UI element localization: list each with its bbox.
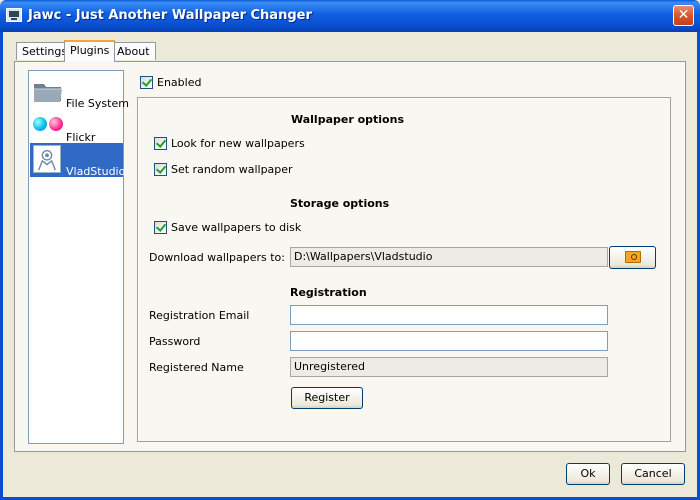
ok-button[interactable]: Ok bbox=[566, 463, 610, 485]
save-to-disk-checkbox[interactable] bbox=[154, 221, 167, 234]
vladstudio-icon bbox=[33, 145, 61, 173]
registration-email-input[interactable] bbox=[290, 305, 608, 325]
registration-email-label: Registration Email bbox=[149, 309, 250, 322]
plugin-list[interactable]: File System Flickr VladStudio bbox=[28, 70, 129, 444]
password-label: Password bbox=[149, 335, 201, 348]
enabled-checkbox[interactable] bbox=[140, 76, 153, 89]
browse-button[interactable] bbox=[609, 246, 656, 269]
plugin-item-file-system[interactable]: File System bbox=[30, 75, 129, 110]
plugin-label: VladStudio bbox=[66, 165, 126, 178]
look-for-new-checkbox[interactable] bbox=[154, 137, 167, 150]
plugin-item-flickr[interactable]: Flickr bbox=[30, 109, 123, 144]
enabled-label: Enabled bbox=[157, 76, 202, 89]
registration-title: Registration bbox=[290, 286, 367, 299]
monitor-icon bbox=[6, 8, 22, 22]
save-to-disk-label: Save wallpapers to disk bbox=[171, 221, 302, 234]
title-bar[interactable]: Jawc - Just Another Wallpaper Changer ✕ bbox=[0, 0, 700, 32]
storage-options-title: Storage options bbox=[290, 197, 390, 210]
registered-name-field: Unregistered bbox=[290, 357, 608, 377]
plugin-item-vladstudio[interactable]: VladStudio bbox=[30, 143, 126, 178]
browse-folder-icon bbox=[625, 251, 641, 263]
window-title: Jawc - Just Another Wallpaper Changer bbox=[28, 8, 312, 23]
random-wallpaper-label: Set random wallpaper bbox=[171, 163, 293, 176]
tab-plugins[interactable]: Plugins bbox=[64, 40, 116, 62]
wallpaper-options-title: Wallpaper options bbox=[291, 113, 404, 126]
cancel-button[interactable]: Cancel bbox=[621, 463, 685, 485]
folder-icon bbox=[34, 84, 62, 102]
flickr-icon bbox=[33, 117, 65, 131]
register-button[interactable]: Register bbox=[291, 387, 363, 409]
download-path-label: Download wallpapers to: bbox=[149, 251, 285, 264]
look-for-new-label: Look for new wallpapers bbox=[171, 137, 305, 150]
close-button[interactable]: ✕ bbox=[673, 5, 694, 26]
tab-about[interactable]: About bbox=[111, 42, 156, 60]
download-path-field[interactable]: D:\Wallpapers\Vladstudio bbox=[290, 247, 608, 267]
password-input[interactable] bbox=[290, 331, 608, 351]
registered-name-label: Registered Name bbox=[149, 361, 244, 374]
random-wallpaper-checkbox[interactable] bbox=[154, 163, 167, 176]
window-frame-left bbox=[0, 32, 3, 500]
